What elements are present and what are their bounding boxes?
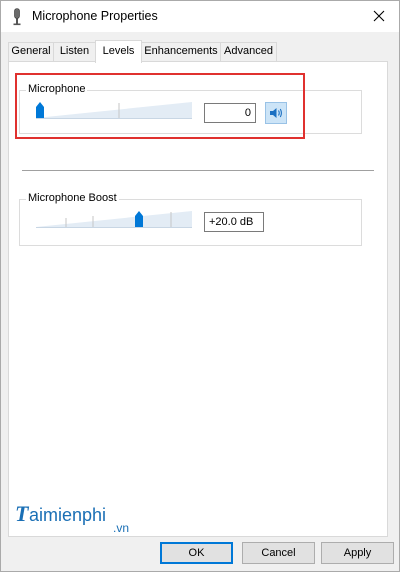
cancel-button[interactable]: Cancel: [242, 542, 315, 564]
tab-levels[interactable]: Levels: [95, 40, 142, 63]
ok-button[interactable]: OK: [160, 542, 233, 564]
microphone-level-slider[interactable]: [36, 101, 194, 121]
taimienphi-watermark-logo: T aimienphi .vn: [13, 499, 143, 535]
title-bar: Microphone Properties: [1, 1, 399, 32]
svg-text:.vn: .vn: [113, 521, 129, 535]
microphone-boost-group: Microphone Boost +20.0 dB: [19, 192, 362, 246]
microphone-icon: [11, 8, 23, 26]
microphone-slider-thumb: [36, 102, 44, 118]
boost-slider-thumb: [135, 211, 143, 227]
tab-advanced[interactable]: Advanced: [220, 42, 277, 61]
levels-panel: Microphone 0 Microphone Boost +20.0 dB: [8, 61, 388, 537]
mute-button[interactable]: [265, 102, 287, 124]
separator-line: [22, 170, 374, 171]
tab-general[interactable]: General: [8, 42, 54, 61]
microphone-boost-slider[interactable]: [36, 210, 194, 230]
microphone-properties-dialog: Microphone Properties General Listen Lev…: [0, 0, 400, 572]
close-button[interactable]: [359, 1, 399, 32]
boost-level-field[interactable]: +20.0 dB: [204, 212, 264, 232]
tab-listen[interactable]: Listen: [53, 42, 96, 61]
close-icon: [373, 10, 385, 22]
microphone-group: Microphone 0: [19, 83, 362, 134]
speaker-icon: [270, 108, 282, 118]
tab-enhancements[interactable]: Enhancements: [141, 42, 221, 61]
microphone-level-field[interactable]: 0: [204, 103, 256, 123]
microphone-boost-label: Microphone Boost: [26, 192, 119, 204]
svg-text:T: T: [15, 501, 30, 526]
apply-button[interactable]: Apply: [321, 542, 394, 564]
microphone-label: Microphone: [26, 83, 88, 95]
window-title: Microphone Properties: [32, 9, 158, 23]
svg-text:aimienphi: aimienphi: [29, 505, 106, 525]
